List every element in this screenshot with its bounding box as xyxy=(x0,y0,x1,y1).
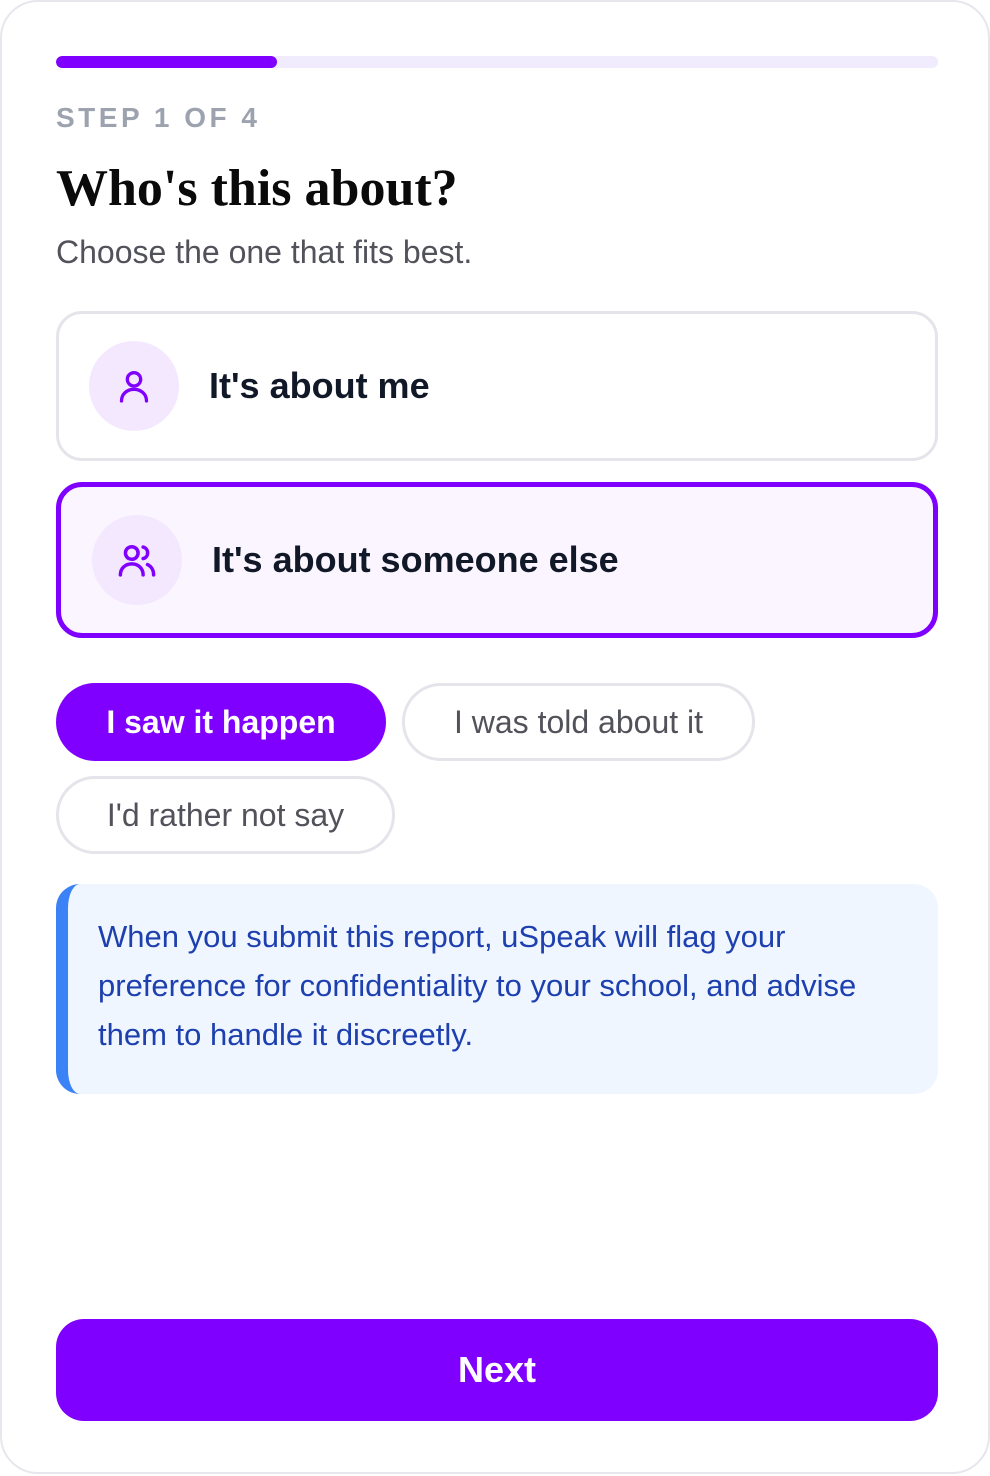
person-icon xyxy=(89,341,179,431)
card-frame: STEP 1 OF 4 Who's this about? Choose the… xyxy=(0,0,990,1474)
progress-fill xyxy=(56,56,277,68)
chip-rather-not-say[interactable]: I'd rather not say xyxy=(56,776,395,854)
progress-bar xyxy=(56,56,938,68)
step-label: STEP 1 OF 4 xyxy=(56,102,261,133)
option-about-me[interactable]: It's about me xyxy=(56,311,938,461)
page-title: Who's this about? xyxy=(56,160,458,217)
option-about-someone-else-label: It's about someone else xyxy=(212,539,619,580)
confidentiality-notice: When you submit this report, uSpeak will… xyxy=(56,884,938,1094)
notice-text: When you submit this report, uSpeak will… xyxy=(98,919,857,1052)
option-about-me-label: It's about me xyxy=(209,365,430,406)
next-button[interactable]: Next xyxy=(56,1319,938,1421)
people-icon xyxy=(92,515,182,605)
option-about-someone-else[interactable]: It's about someone else xyxy=(56,482,938,638)
chip-saw-it-happen[interactable]: I saw it happen xyxy=(56,683,386,761)
page-subtitle: Choose the one that fits best. xyxy=(56,234,473,270)
chip-told-about-it[interactable]: I was told about it xyxy=(402,683,755,761)
